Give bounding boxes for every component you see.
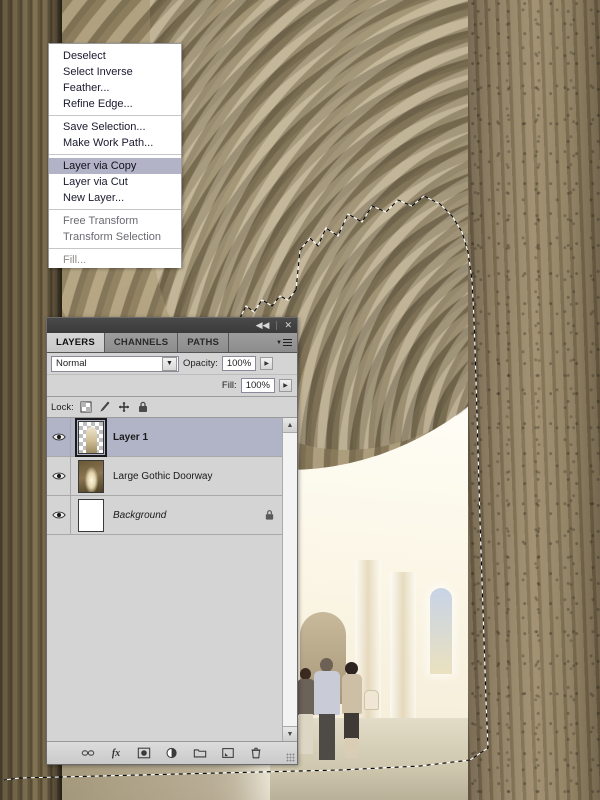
opacity-input[interactable]: 100% — [221, 356, 257, 371]
panel-tabs[interactable]: LAYERS CHANNELS PATHS ▼ — [47, 333, 297, 353]
tab-channels[interactable]: CHANNELS — [104, 333, 179, 352]
tab-spacer — [229, 333, 272, 352]
blend-mode-row[interactable]: Normal ▼ Opacity: 100% ▶ — [47, 353, 297, 375]
layers-scrollbar[interactable]: ▲ ▼ — [282, 418, 297, 741]
new-layer-icon[interactable] — [221, 746, 236, 761]
layer-visibility-toggle[interactable] — [47, 418, 71, 456]
chevron-down-icon[interactable]: ▼ — [162, 356, 177, 371]
layer-mask-icon[interactable] — [137, 746, 152, 761]
layer-thumbnail[interactable] — [78, 459, 104, 493]
layer-name[interactable]: Layer 1 — [111, 432, 256, 443]
lock-label: Lock: — [51, 401, 74, 413]
person-figure — [314, 658, 342, 760]
opacity-label: Opacity: — [183, 358, 218, 369]
scroll-up-arrow-icon[interactable]: ▲ — [283, 418, 297, 433]
menu-item-save-selection[interactable]: Save Selection... — [49, 119, 181, 135]
menu-item-feather[interactable]: Feather... — [49, 80, 181, 96]
layer-visibility-toggle[interactable] — [47, 457, 71, 495]
fill-label: Fill: — [221, 380, 237, 391]
handbag — [364, 690, 380, 720]
menu-separator — [49, 209, 181, 210]
menu-separator — [49, 154, 181, 155]
menu-separator — [49, 248, 181, 249]
eye-icon — [51, 472, 66, 480]
lock-all-icon[interactable] — [137, 401, 149, 413]
scroll-down-arrow-icon[interactable]: ▼ — [283, 726, 297, 741]
selection-context-menu[interactable]: Deselect Select Inverse Feather... Refine E… — [48, 43, 182, 268]
panel-menu-icon[interactable]: ▼ — [271, 333, 297, 352]
doorway-pillar — [390, 572, 416, 720]
opacity-value: 100% — [226, 358, 252, 369]
fill-value: 100% — [245, 380, 270, 391]
opacity-stepper[interactable]: ▶ — [260, 357, 274, 370]
eye-icon — [51, 433, 66, 441]
tab-layers[interactable]: LAYERS — [47, 333, 105, 352]
menu-item-layer-via-copy[interactable]: Layer via Copy — [49, 158, 181, 174]
layer-thumbnail-cell[interactable] — [71, 459, 111, 493]
layer-name[interactable]: Large Gothic Doorway — [111, 471, 256, 482]
layer-row[interactable]: Layer 1 — [47, 418, 282, 457]
eye-icon — [51, 511, 66, 519]
layers-list-area[interactable]: Layer 1 Large Gothic Doorway Background ▲ … — [47, 418, 297, 741]
lock-row[interactable]: Lock: — [47, 397, 297, 418]
tab-paths[interactable]: PATHS — [178, 333, 230, 352]
layer-thumbnail[interactable] — [78, 498, 104, 532]
link-icon[interactable] — [81, 746, 96, 761]
layer-thumbnail[interactable] — [75, 418, 107, 457]
titlebar-divider — [276, 321, 278, 330]
layer-row[interactable]: Background — [47, 496, 282, 535]
menu-item-transform-selection[interactable]: Transform Selection — [49, 229, 181, 245]
menu-item-refine-edge[interactable]: Refine Edge... — [49, 96, 181, 112]
resize-grip[interactable] — [286, 753, 295, 762]
lock-position-icon[interactable] — [118, 401, 130, 413]
layers-panel[interactable]: ◀◀ ✕ LAYERS CHANNELS PATHS ▼ Normal ▼ Op… — [46, 317, 298, 765]
layer-name[interactable]: Background — [111, 510, 256, 521]
menu-item-layer-via-cut[interactable]: Layer via Cut — [49, 174, 181, 190]
layer-row[interactable]: Large Gothic Doorway — [47, 457, 282, 496]
menu-item-fill: Fill... — [63, 254, 87, 266]
fill-input[interactable]: 100% — [240, 378, 275, 393]
right-carved-pier — [468, 0, 600, 800]
stained-glass-window — [430, 588, 452, 674]
photoshop-screenshot: Deselect Select Inverse Feather... Refine E… — [0, 0, 600, 800]
menu-item-select-inverse[interactable]: Select Inverse — [49, 64, 181, 80]
person-figure — [340, 662, 366, 758]
blend-mode-select[interactable]: Normal ▼ — [51, 355, 179, 372]
panel-titlebar[interactable]: ◀◀ ✕ — [47, 318, 297, 333]
blend-mode-value: Normal — [56, 358, 87, 369]
folder-icon[interactable] — [193, 746, 208, 761]
menu-item-free-transform[interactable]: Free Transform — [49, 213, 181, 229]
trash-icon[interactable] — [249, 746, 264, 761]
close-icon[interactable]: ✕ — [282, 321, 294, 330]
layer-thumbnail-cell[interactable] — [71, 498, 111, 532]
lock-icon — [265, 510, 273, 520]
layer-list[interactable]: Layer 1 Large Gothic Doorway Background — [47, 418, 282, 741]
fill-row[interactable]: Fill: 100% ▶ — [47, 375, 297, 397]
menu-separator — [49, 115, 181, 116]
layer-lock-indicator — [256, 509, 282, 521]
collapse-icon[interactable]: ◀◀ — [254, 321, 272, 330]
layer-visibility-toggle[interactable] — [47, 496, 71, 534]
layers-panel-footer[interactable]: fx — [47, 741, 297, 764]
menu-item-make-work-path[interactable]: Make Work Path... — [49, 135, 181, 151]
scrollbar-track[interactable] — [283, 433, 297, 726]
layer-thumbnail-cell[interactable] — [71, 418, 111, 457]
menu-item-deselect[interactable]: Deselect — [49, 48, 181, 64]
fx-icon[interactable]: fx — [109, 746, 124, 761]
half-filled-circle-icon[interactable] — [165, 746, 180, 761]
lock-image-pixels-icon[interactable] — [99, 401, 111, 413]
hamburger-icon — [283, 338, 292, 347]
fill-stepper[interactable]: ▶ — [279, 379, 292, 392]
menu-item-new-layer[interactable]: New Layer... — [49, 190, 181, 206]
lock-transparency-icon[interactable] — [80, 401, 92, 413]
